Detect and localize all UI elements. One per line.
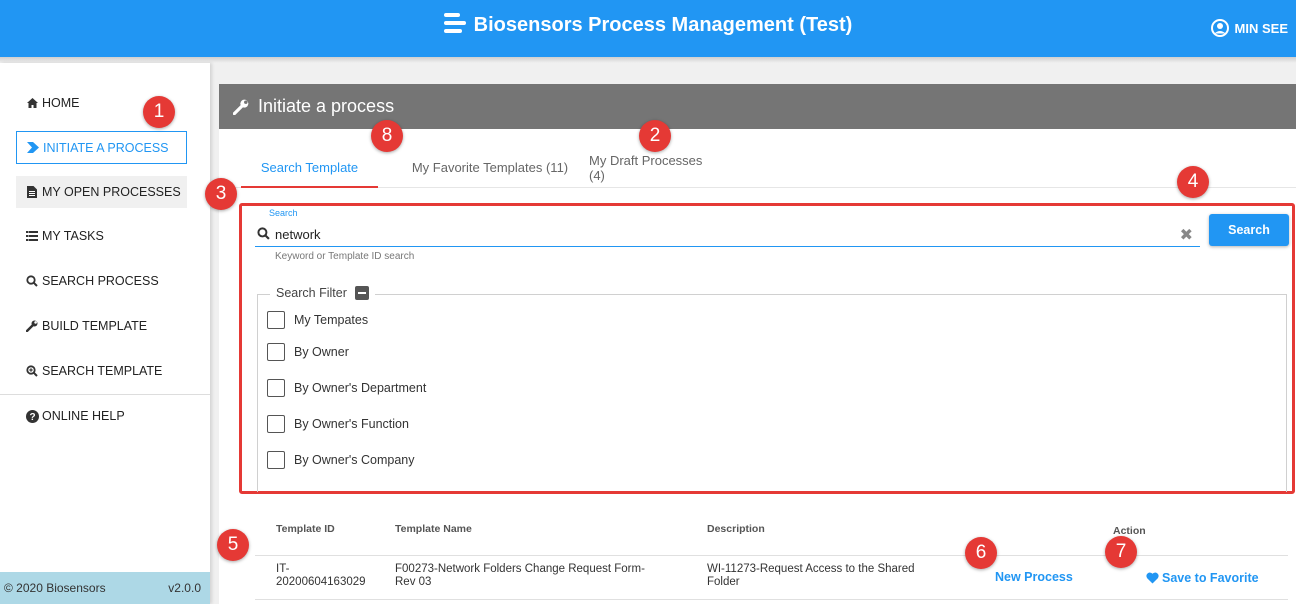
search-icon bbox=[257, 227, 270, 245]
column-header-template-id: Template ID bbox=[276, 523, 335, 535]
wrench-icon bbox=[25, 320, 39, 332]
sidebar-item-label: SEARCH PROCESS bbox=[42, 274, 159, 288]
app-title: Biosensors Process Management (Test) bbox=[473, 14, 853, 36]
help-icon: ? bbox=[25, 409, 39, 423]
user-name: MIN SEE bbox=[1234, 20, 1288, 36]
app-title-wrap: Biosensors Process Management (Test) bbox=[0, 13, 1296, 39]
sidebar-item-label: BUILD TEMPLATE bbox=[42, 319, 148, 333]
chevron-right-icon bbox=[26, 142, 40, 153]
version-text: v2.0.0 bbox=[168, 581, 201, 595]
tab-search-template[interactable]: Search Template bbox=[241, 148, 378, 188]
sidebar-item-label: MY TASKS bbox=[42, 229, 104, 243]
sidebar-item-my-open-processes[interactable]: MY OPEN PROCESSES bbox=[16, 176, 187, 208]
clear-icon[interactable]: ✖ bbox=[1180, 225, 1193, 245]
wrench-icon bbox=[233, 99, 249, 115]
search-filter-title: Search Filter bbox=[276, 286, 347, 300]
checkbox[interactable] bbox=[267, 451, 285, 469]
sidebar-item-search-template[interactable]: SEARCH TEMPLATE bbox=[16, 355, 187, 387]
sidebar-item-label: SEARCH TEMPLATE bbox=[42, 364, 163, 378]
sidebar-item-online-help[interactable]: ? ONLINE HELP bbox=[16, 400, 187, 432]
checkbox[interactable] bbox=[267, 415, 285, 433]
tab-favorite-templates[interactable]: My Favorite Templates (11) bbox=[390, 148, 590, 187]
top-app-bar: Biosensors Process Management (Test) MIN… bbox=[0, 0, 1296, 57]
column-header-template-name: Template Name bbox=[395, 523, 472, 535]
annotation-badge-4: 4 bbox=[1177, 166, 1209, 198]
filter-option-by-owner-department[interactable]: By Owner's Department bbox=[267, 379, 426, 397]
search-hint: Keyword or Template ID search bbox=[275, 251, 415, 262]
checkbox[interactable] bbox=[267, 379, 285, 397]
sidebar-item-build-template[interactable]: BUILD TEMPLATE bbox=[16, 310, 187, 342]
search-field-label: Search bbox=[269, 208, 298, 218]
table-cell-template-id: IT- 20200604163029 bbox=[276, 563, 366, 589]
search-input[interactable] bbox=[275, 224, 1155, 244]
description-part: Folder bbox=[707, 576, 740, 588]
collapse-icon[interactable] bbox=[354, 286, 369, 300]
svg-text:?: ? bbox=[29, 412, 35, 423]
filter-option-label: By Owner's Company bbox=[294, 453, 415, 467]
annotation-badge-1: 1 bbox=[143, 96, 175, 128]
search-field: ✖ bbox=[255, 222, 1200, 247]
sidebar-divider bbox=[0, 394, 210, 395]
template-id-part: 20200604163029 bbox=[276, 576, 366, 588]
template-id-part: IT- bbox=[276, 563, 290, 575]
app-logo-icon bbox=[443, 13, 466, 39]
checkbox[interactable] bbox=[267, 311, 285, 329]
checkbox[interactable] bbox=[267, 343, 285, 361]
tab-draft-processes[interactable]: My Draft Processes (4) bbox=[589, 148, 715, 187]
search-button[interactable]: Search bbox=[1209, 214, 1289, 246]
template-name-part: F00273-Network Folders Change Request Fo… bbox=[395, 563, 645, 575]
user-avatar-icon bbox=[1210, 19, 1229, 37]
tasks-icon bbox=[25, 231, 39, 241]
search-filter-legend: Search Filter bbox=[270, 286, 375, 300]
home-icon bbox=[25, 98, 39, 108]
panel-title: Initiate a process bbox=[258, 96, 395, 116]
sidebar-item-initiate-process[interactable]: INITIATE A PROCESS bbox=[16, 131, 187, 164]
sidebar-item-label: INITIATE A PROCESS bbox=[43, 140, 169, 155]
table-divider bbox=[255, 599, 1288, 600]
filter-option-by-owner-function[interactable]: By Owner's Function bbox=[267, 415, 409, 433]
heart-icon bbox=[1146, 572, 1159, 584]
search-plus-icon bbox=[25, 365, 39, 377]
save-to-favorite-link[interactable]: Save to Favorite bbox=[1146, 571, 1259, 585]
table-cell-description: WI-11273-Request Access to the Shared Fo… bbox=[707, 563, 915, 589]
annotation-badge-3: 3 bbox=[205, 178, 237, 210]
sidebar-item-search-process[interactable]: SEARCH PROCESS bbox=[16, 265, 187, 297]
sidebar-item-label: MY OPEN PROCESSES bbox=[42, 185, 181, 199]
search-icon bbox=[25, 275, 39, 287]
annotation-badge-2: 2 bbox=[639, 120, 671, 152]
annotation-badge-6: 6 bbox=[965, 537, 997, 569]
sidebar-item-my-tasks[interactable]: MY TASKS bbox=[16, 220, 187, 252]
save-to-favorite-label: Save to Favorite bbox=[1162, 571, 1259, 585]
filter-option-label: By Owner's Department bbox=[294, 381, 427, 395]
annotation-badge-5: 5 bbox=[217, 529, 249, 561]
column-header-description: Description bbox=[707, 523, 765, 535]
filter-option-label: My Tempates bbox=[294, 313, 369, 327]
sidebar: HOME INITIATE A PROCESS MY OPEN PROCESSE… bbox=[0, 63, 210, 604]
tab-bar: Search Template My Favorite Templates (1… bbox=[219, 148, 1296, 188]
filter-option-my-templates[interactable]: My Tempates bbox=[267, 311, 368, 329]
sidebar-item-label: ONLINE HELP bbox=[42, 409, 125, 423]
sidebar-footer: © 2020 Biosensors v2.0.0 bbox=[0, 572, 210, 604]
table-cell-template-name: F00273-Network Folders Change Request Fo… bbox=[395, 563, 645, 589]
filter-option-by-owner-company[interactable]: By Owner's Company bbox=[267, 451, 414, 469]
annotation-badge-8: 8 bbox=[371, 120, 403, 152]
template-name-part: Rev 03 bbox=[395, 576, 432, 588]
file-icon bbox=[25, 186, 39, 198]
filter-option-label: By Owner's Function bbox=[294, 417, 409, 431]
new-process-link[interactable]: New Process bbox=[995, 570, 1073, 584]
annotation-badge-7: 7 bbox=[1105, 536, 1137, 568]
copyright-text: © 2020 Biosensors bbox=[4, 581, 106, 595]
user-menu[interactable]: MIN SEE bbox=[1210, 19, 1288, 37]
sidebar-item-label: HOME bbox=[42, 96, 80, 110]
description-part: WI-11273-Request Access to the Shared bbox=[707, 563, 915, 575]
filter-option-by-owner[interactable]: By Owner bbox=[267, 343, 349, 361]
filter-option-label: By Owner bbox=[294, 345, 349, 359]
